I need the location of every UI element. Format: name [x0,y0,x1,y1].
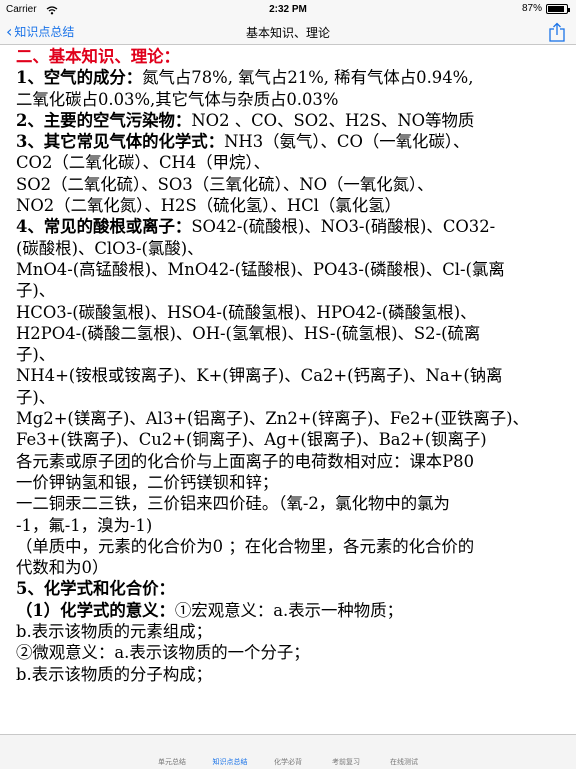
content-line: （单质中，元素的化合价为0 ；在化合物里，各元素的化合价的 [16,536,475,556]
content-line: 一价钾钠氢和银，二价钙镁钡和锌； [16,472,279,492]
subheading: （1）化学式的意义： [16,600,175,620]
tab-bar: 单元总结 知识点总结 化学必背 考前复习 在线测试 [0,734,576,769]
content-text: ①宏观意义：a.表示一种物质； [174,600,403,620]
content-text: SO42-(硫酸根)、NO3-(硝酸根)、CO32- [191,217,496,237]
content-line: MnO4-(高锰酸根)、MnO42-(锰酸根)、PO43-(磷酸根)、Cl-(氯… [16,259,505,279]
battery-area: 87% [521,3,570,14]
tab-chemistry-must-memorize[interactable]: 化学必背 [259,735,317,769]
content-line: SO2（二氧化硫）、SO3（三氧化硫）、NO（一氧化氮）、 [16,174,434,194]
content-line: NH4+(铵根或铵离子)、K+(钾离子)、Ca2+(钙离子)、Na+(钠离 [16,366,503,386]
battery-icon [546,3,570,14]
content-line: 4、常见的酸根或离子：SO42-(硫酸根)、NO3-(硝酸根)、CO32- [16,216,571,237]
content-line: -1，氟-1，溴为-1) [16,515,153,535]
content-line: HCO3-(碳酸氢根)、HSO4-(硫酸氢根)、HPO42-(磷酸氢根)、 [16,302,477,322]
battery-percent: 87% [521,3,542,14]
navigation-bar: ‹ 知识点总结 基本知识、理论 [0,20,576,45]
page-title: 基本知识、理论 [245,26,330,40]
subheading: 4、常见的酸根或离子： [16,217,192,237]
share-icon[interactable] [548,22,566,42]
content-line: NO2（二氧化氮）、H2S（硫化氢）、HCl（氯化氢） [16,196,401,216]
status-time: 2:32 PM [269,4,307,15]
subheading: 2、主要的空气污染物： [16,110,192,130]
content-line: 二氧化碳占0.03%,其它气体与杂质占0.03% [16,89,339,109]
battery-fill [548,5,564,12]
subheading: 5、化学式和化合价： [16,579,175,599]
content-line: 一二铜汞二三铁，三价铝来四价硅。（氧-2，氯化物中的氯为 [16,494,450,514]
content-line: Mg2+(镁离子)、Al3+(铝离子)、Zn2+(锌离子)、Fe2+(亚铁离子)… [16,409,529,429]
section-heading: 二、基本知识、理论： [16,47,180,66]
content-line: 子)、 [16,345,56,365]
tab-unit-summary[interactable]: 单元总结 [143,735,201,769]
status-bar: Carrier 2:32 PM 87% [0,0,576,20]
content-text: NO2 、CO、SO2、H2S、NO等物质 [191,110,475,130]
subheading: 3、其它常见气体的化学式： [16,132,225,152]
content-line: 3、其它常见气体的化学式：NH3（氨气）、CO（一氧化碳）、 [16,131,571,152]
content-text: 氮气占78%, 氧气占21%, 稀有气体占0.94%, [142,68,474,88]
content-line: 1、空气的成分：氮气占78%, 氧气占21%, 稀有气体占0.94%, [16,67,571,88]
content-text: NH3（氨气）、CO（一氧化碳）、 [224,132,470,152]
content-line: 子)、 [16,281,56,301]
content-line: b.表示该物质的元素组成； [16,622,212,642]
article-content: 二、基本知识、理论： 1、空气的成分：氮气占78%, 氧气占21%, 稀有气体占… [16,46,571,734]
content-line: 各元素或原子团的化合价与上面离子的电荷数相对应：课本P80 [16,451,475,471]
content-line: （1）化学式的意义：①宏观意义：a.表示一种物质； [16,600,571,621]
content-line: 子)、 [16,387,56,407]
tab-knowledge-summary[interactable]: 知识点总结 [201,735,259,769]
content-line: 2、主要的空气污染物：NO2 、CO、SO2、H2S、NO等物质 [16,110,571,131]
tab-online-test[interactable]: 在线测试 [375,735,433,769]
content-line: (碳酸根)、ClO3-(氯酸)、 [16,238,204,258]
wifi-icon [46,6,58,15]
content-line: 代数和为0） [16,558,109,578]
content-line: b.表示该物质的分子构成； [16,664,212,684]
content-line: CO2（二氧化碳）、CH4（甲烷）、 [16,153,270,173]
content-line: ②微观意义：a.表示该物质的一个分子； [16,643,310,663]
tab-exam-review[interactable]: 考前复习 [317,735,375,769]
content-line: H2PO4-(磷酸二氢根)、OH-(氢氧根)、HS-(硫氢根)、S2-(硫离 [16,323,481,343]
subheading: 1、空气的成分： [16,68,143,88]
content-line: Fe3+(铁离子)、Cu2+(铜离子)、Ag+(银离子)、Ba2+(钡离子) [16,430,487,450]
